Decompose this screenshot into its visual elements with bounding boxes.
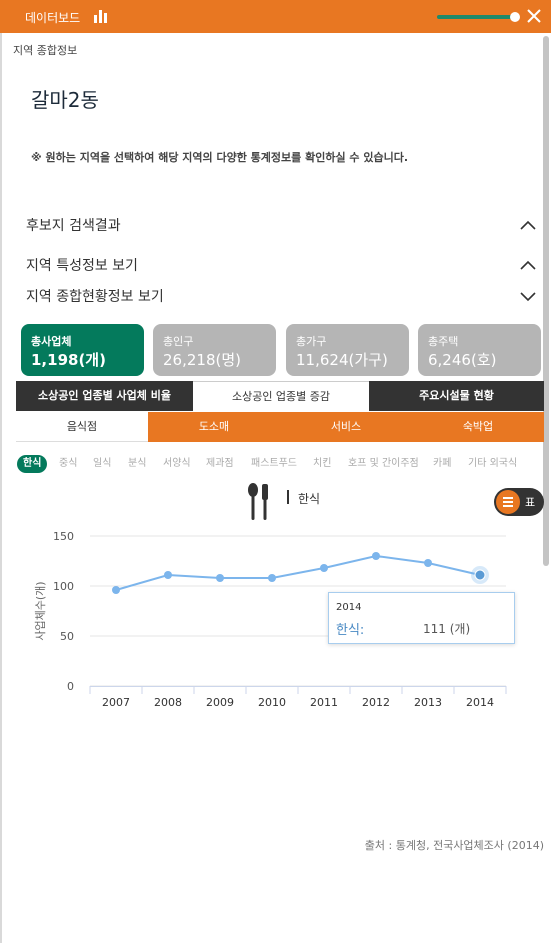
chip-korean[interactable]: 한식 bbox=[17, 455, 48, 473]
stat-card-population[interactable]: 총인구 26,218(명) bbox=[153, 324, 276, 376]
category-title: 한식 bbox=[298, 492, 321, 506]
app-title: 데이터보드 bbox=[25, 11, 81, 25]
chip-fastfood[interactable]: 패스트푸드 bbox=[251, 455, 297, 473]
toggle-label: 표 bbox=[525, 496, 536, 509]
data-point bbox=[268, 574, 276, 582]
chart-tooltip: 2014 한식: 111 (개) bbox=[328, 592, 515, 644]
subtab-lodging[interactable]: 숙박업 bbox=[412, 412, 544, 442]
accordion-search-results[interactable]: 후보지 검색결과 bbox=[26, 215, 121, 235]
chip-japanese[interactable]: 일식 bbox=[93, 455, 111, 473]
panel-border bbox=[0, 33, 2, 943]
chip-western[interactable]: 서양식 bbox=[163, 455, 191, 473]
chip-pub[interactable]: 호프 및 간이주점 bbox=[348, 455, 419, 473]
list-icon[interactable] bbox=[496, 490, 520, 514]
tooltip-year: 2014 bbox=[336, 602, 362, 613]
accordion-region-character[interactable]: 지역 특성정보 보기 bbox=[26, 255, 138, 275]
y-tick-label: 50 bbox=[60, 630, 74, 643]
stat-label: 총주택 bbox=[428, 335, 459, 348]
data-point bbox=[112, 586, 120, 594]
tab-facilities[interactable]: 주요시설물 현황 bbox=[369, 381, 544, 411]
accordion-region-overview[interactable]: 지역 종합현황정보 보기 bbox=[26, 286, 164, 306]
data-point bbox=[424, 559, 432, 567]
tooltip-value: 111 (개) bbox=[423, 622, 471, 636]
data-point bbox=[164, 571, 172, 579]
subtab-restaurant[interactable]: 음식점 bbox=[16, 412, 148, 442]
chevron-down-icon[interactable] bbox=[518, 289, 538, 303]
data-point bbox=[474, 569, 486, 581]
x-tick-label: 2010 bbox=[258, 696, 286, 709]
stat-value: 1,198(개) bbox=[31, 351, 106, 369]
stat-value: 6,246(호) bbox=[428, 351, 497, 369]
subtab-retail[interactable]: 도소매 bbox=[148, 412, 280, 442]
x-tick-label: 2011 bbox=[310, 696, 338, 709]
y-tick-label: 150 bbox=[53, 530, 74, 543]
chip-cafe[interactable]: 카페 bbox=[433, 455, 451, 473]
subtab-service[interactable]: 서비스 bbox=[280, 412, 412, 442]
stat-label: 총사업체 bbox=[31, 335, 72, 348]
chip-bakery[interactable]: 제과점 bbox=[206, 455, 234, 473]
tab-business-change[interactable]: 소상공인 업종별 증감 bbox=[193, 381, 369, 411]
stat-value: 26,218(명) bbox=[163, 351, 241, 369]
app-header: 데이터보드 bbox=[0, 0, 551, 33]
view-slider[interactable] bbox=[437, 15, 515, 19]
x-tick-label: 2013 bbox=[414, 696, 442, 709]
slider-handle[interactable] bbox=[510, 12, 520, 22]
chevron-up-icon[interactable] bbox=[518, 258, 538, 272]
chip-foreign[interactable]: 기타 외국식 bbox=[468, 455, 517, 473]
scrollbar[interactable] bbox=[543, 36, 549, 566]
stat-label: 총가구 bbox=[296, 335, 327, 348]
stat-card-housing[interactable]: 총주택 6,246(호) bbox=[418, 324, 541, 376]
data-point bbox=[216, 574, 224, 582]
bar-chart-icon bbox=[94, 10, 107, 23]
tab-business-ratio[interactable]: 소상공인 업종별 사업체 비율 bbox=[16, 381, 193, 411]
tooltip-series: 한식: bbox=[336, 623, 365, 638]
source-note: 출처 : 통계청, 전국사업체조사 (2014) bbox=[364, 839, 544, 852]
stat-label: 총인구 bbox=[163, 335, 194, 348]
x-tick-label: 2014 bbox=[466, 696, 494, 709]
notice-text: ※ 원하는 지역을 선택하여 해당 지역의 다양한 통계정보를 확인하실 수 있… bbox=[31, 151, 409, 164]
x-tick-label: 2008 bbox=[154, 696, 182, 709]
chevron-up-icon[interactable] bbox=[518, 218, 538, 232]
data-point bbox=[320, 564, 328, 572]
stat-value: 11,624(가구) bbox=[296, 351, 388, 369]
table-toggle[interactable]: 표 bbox=[494, 488, 544, 516]
chip-chicken[interactable]: 치킨 bbox=[313, 455, 331, 473]
fork-knife-icon bbox=[248, 483, 268, 520]
x-tick-label: 2007 bbox=[102, 696, 130, 709]
title-divider bbox=[287, 490, 289, 504]
stat-card-households[interactable]: 총가구 11,624(가구) bbox=[286, 324, 409, 376]
chip-snack[interactable]: 분식 bbox=[128, 455, 146, 473]
breadcrumb: 지역 종합정보 bbox=[13, 44, 78, 57]
x-tick-label: 2012 bbox=[362, 696, 390, 709]
y-tick-label: 100 bbox=[53, 580, 74, 593]
close-icon[interactable] bbox=[524, 6, 544, 26]
chip-chinese[interactable]: 중식 bbox=[59, 455, 77, 473]
region-title: 갈마2동 bbox=[31, 88, 99, 112]
data-point bbox=[372, 552, 380, 560]
stat-card-businesses[interactable]: 총사업체 1,198(개) bbox=[21, 324, 144, 376]
x-tick-label: 2009 bbox=[206, 696, 234, 709]
y-tick-label: 0 bbox=[67, 680, 74, 693]
y-axis-label: 사업체수(개) bbox=[34, 581, 47, 640]
